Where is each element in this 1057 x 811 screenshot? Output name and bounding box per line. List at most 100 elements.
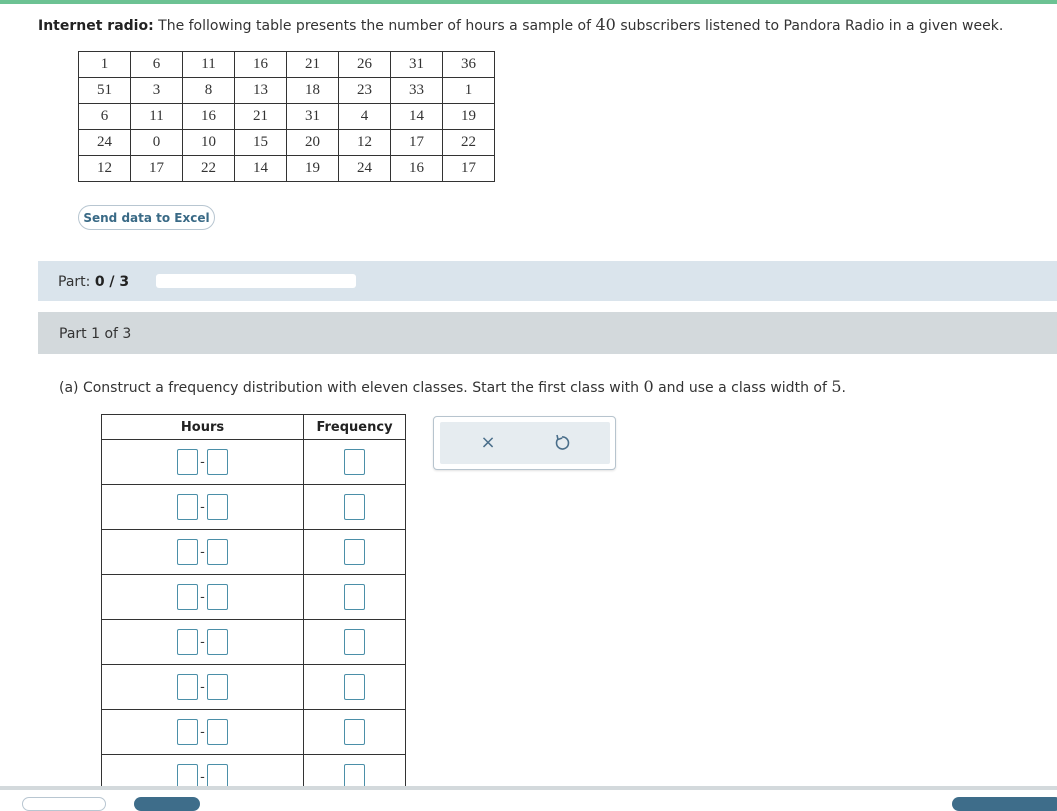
class-limits-cell: - xyxy=(101,439,304,485)
frequency-input[interactable] xyxy=(344,719,365,745)
upper-limit-input[interactable] xyxy=(206,629,228,655)
data-cell: 33 xyxy=(390,77,443,104)
data-cell: 14 xyxy=(390,103,443,130)
frequency-row: - xyxy=(101,529,406,575)
frequency-row: - xyxy=(101,574,406,620)
class-limits-cell: - xyxy=(101,574,304,620)
frequency-row: - xyxy=(101,664,406,710)
bottom-divider xyxy=(0,786,1057,790)
data-cell: 21 xyxy=(286,51,339,78)
data-cell: 1 xyxy=(442,77,495,104)
data-cell: 6 xyxy=(78,103,131,130)
upper-limit-input[interactable] xyxy=(206,539,228,565)
lower-limit-input[interactable] xyxy=(177,674,199,700)
upper-limit-input[interactable] xyxy=(206,719,228,745)
bottom-left-button[interactable] xyxy=(22,797,106,811)
upper-limit-input[interactable] xyxy=(206,494,228,520)
frequency-input[interactable] xyxy=(344,584,365,610)
range-dash: - xyxy=(200,679,205,695)
frequency-row: - xyxy=(101,709,406,755)
data-cell: 17 xyxy=(442,155,495,182)
frequency-input[interactable] xyxy=(344,449,365,475)
data-cell: 4 xyxy=(338,103,391,130)
part-header: Part 1 of 3 xyxy=(38,312,1057,354)
frequency-header: Frequency xyxy=(303,414,406,440)
range-dash: - xyxy=(200,769,205,785)
range-dash: - xyxy=(200,724,205,740)
problem-count: 40 xyxy=(595,15,616,34)
upper-limit-input[interactable] xyxy=(206,674,228,700)
range-dash: - xyxy=(200,634,205,650)
part-score: 0 / 3 xyxy=(94,274,130,290)
frequency-input[interactable] xyxy=(344,539,365,565)
part-progress-label: Part: 0 / 3 xyxy=(58,274,129,290)
data-cell: 24 xyxy=(338,155,391,182)
data-cell: 17 xyxy=(130,155,183,182)
lower-limit-input[interactable] xyxy=(177,539,199,565)
data-cell: 6 xyxy=(130,51,183,78)
frequency-cell xyxy=(303,484,406,530)
data-cell: 13 xyxy=(234,77,287,104)
problem-statement: Internet radio: The following table pres… xyxy=(38,15,1003,34)
data-cell: 11 xyxy=(130,103,183,130)
lower-limit-input[interactable] xyxy=(177,629,199,655)
lower-limit-input[interactable] xyxy=(177,719,199,745)
answer-tools-inner: × xyxy=(440,422,610,464)
frequency-table-viewport: Hours Frequency - - - - - - - - xyxy=(101,414,409,786)
data-cell: 19 xyxy=(442,103,495,130)
upper-limit-input[interactable] xyxy=(206,584,228,610)
data-cell: 3 xyxy=(130,77,183,104)
bottom-middle-button[interactable] xyxy=(134,797,200,811)
frequency-cell xyxy=(303,574,406,620)
question-suffix: . xyxy=(841,380,846,396)
data-cell: 20 xyxy=(286,129,339,156)
data-cell: 26 xyxy=(338,51,391,78)
data-cell: 31 xyxy=(390,51,443,78)
data-cell: 51 xyxy=(78,77,131,104)
frequency-row: - xyxy=(101,484,406,530)
data-cell: 16 xyxy=(182,103,235,130)
class-limits-cell: - xyxy=(101,754,304,786)
range-dash: - xyxy=(200,589,205,605)
send-to-excel-button[interactable]: Send data to Excel xyxy=(78,205,215,230)
problem-title: Internet radio: xyxy=(38,18,154,34)
lower-limit-input[interactable] xyxy=(177,764,199,786)
part-label: Part: xyxy=(58,274,91,290)
frequency-row: - xyxy=(101,439,406,485)
data-cell: 10 xyxy=(182,129,235,156)
lower-limit-input[interactable] xyxy=(177,584,199,610)
data-row: 6 11 16 21 31 4 14 19 xyxy=(78,103,495,130)
close-icon[interactable]: × xyxy=(476,432,500,454)
class-limits-cell: - xyxy=(101,529,304,575)
upper-limit-input[interactable] xyxy=(206,449,228,475)
frequency-input[interactable] xyxy=(344,494,365,520)
frequency-input[interactable] xyxy=(344,629,365,655)
data-cell: 11 xyxy=(182,51,235,78)
upper-limit-input[interactable] xyxy=(206,764,228,786)
frequency-row: - xyxy=(101,619,406,665)
data-cell: 16 xyxy=(234,51,287,78)
data-cell: 19 xyxy=(286,155,339,182)
answer-tools-panel: × xyxy=(433,416,616,470)
data-cell: 12 xyxy=(338,129,391,156)
data-cell: 14 xyxy=(234,155,287,182)
range-dash: - xyxy=(200,499,205,515)
frequency-input[interactable] xyxy=(344,674,365,700)
data-cell: 16 xyxy=(390,155,443,182)
data-cell: 22 xyxy=(182,155,235,182)
data-cell: 0 xyxy=(130,129,183,156)
frequency-cell xyxy=(303,754,406,786)
part-progress-bar: Part: 0 / 3 xyxy=(38,261,1057,301)
data-cell: 36 xyxy=(442,51,495,78)
part-header-label: Part 1 of 3 xyxy=(59,326,132,342)
data-cell: 23 xyxy=(338,77,391,104)
top-accent-bar xyxy=(0,0,1057,4)
data-cell: 31 xyxy=(286,103,339,130)
undo-icon[interactable] xyxy=(550,432,574,454)
frequency-input[interactable] xyxy=(344,764,365,786)
lower-limit-input[interactable] xyxy=(177,494,199,520)
bottom-right-button[interactable] xyxy=(952,797,1057,811)
hours-data-table: 1 6 11 16 21 26 31 36 51 3 8 13 18 23 33 1 6 11 16 21 31 4 14 1… xyxy=(78,51,495,182)
lower-limit-input[interactable] xyxy=(177,449,199,475)
frequency-row: - xyxy=(101,754,406,786)
